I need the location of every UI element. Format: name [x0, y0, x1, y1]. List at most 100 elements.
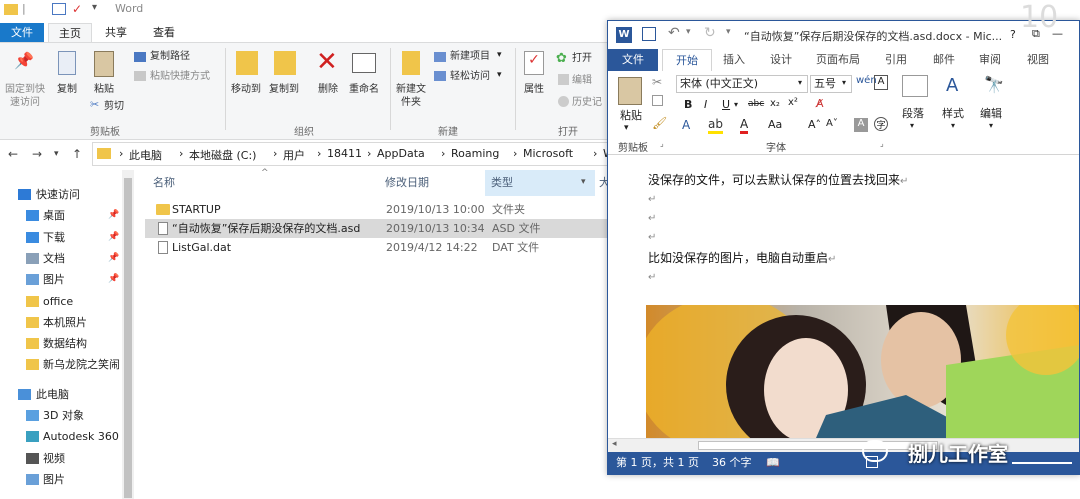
- nav-item[interactable]: 图片 📌: [0, 269, 122, 290]
- word-tab-file[interactable]: 文件: [608, 49, 658, 71]
- nav-item[interactable]: 3D 对象: [0, 405, 122, 426]
- breadcrumb-item[interactable]: Microsoft: [523, 147, 573, 160]
- chevron-down-icon[interactable]: ▾: [951, 121, 955, 130]
- nav-item[interactable]: 视频: [0, 448, 122, 469]
- rename-button[interactable]: 重命名: [346, 83, 382, 96]
- nav-item[interactable]: 文档 📌: [0, 248, 122, 269]
- dialog-launcher-icon[interactable]: ⌟: [660, 139, 664, 148]
- breadcrumb-separator[interactable]: ›: [119, 147, 123, 160]
- help-icon[interactable]: ?: [1010, 28, 1016, 41]
- delete-button[interactable]: 删除: [310, 83, 346, 96]
- up-arrow-icon[interactable]: ↑: [72, 147, 82, 161]
- word-tab-insert[interactable]: 插入: [714, 49, 754, 71]
- tab-share[interactable]: 共享: [96, 23, 136, 42]
- new-folder-button[interactable]: 新建文件夹: [394, 83, 428, 109]
- breadcrumb-item[interactable]: 18411: [327, 147, 362, 160]
- undo-icon[interactable]: ↶: [668, 25, 680, 41]
- nav-item[interactable]: Autodesk 360: [0, 426, 122, 447]
- document-paragraph[interactable]: ↵: [648, 210, 656, 224]
- nav-item[interactable]: office: [0, 291, 122, 312]
- italic-icon[interactable]: I: [704, 98, 707, 111]
- scroll-left-icon[interactable]: ◂: [612, 439, 617, 449]
- file-row[interactable]: STARTUP 2019/10/13 10:00 文件夹: [145, 200, 615, 219]
- document-paragraph[interactable]: 比如没保存的图片，电脑自动重启↵: [648, 249, 836, 266]
- history-button[interactable]: 历史记: [572, 96, 602, 109]
- file-row[interactable]: ListGal.dat 2019/4/12 14:22 DAT 文件: [145, 238, 615, 257]
- word-tab-home[interactable]: 开始: [662, 49, 712, 71]
- word-tab-design[interactable]: 设计: [758, 49, 804, 71]
- highlight-icon[interactable]: ab: [708, 117, 723, 134]
- page-count[interactable]: 第 1 页，共 1 页: [616, 452, 699, 474]
- bold-icon[interactable]: B: [684, 98, 692, 111]
- nav-item[interactable]: 图片: [0, 469, 122, 490]
- dialog-launcher-icon[interactable]: ⌟: [880, 139, 884, 148]
- word-tab-mailings[interactable]: 邮件: [924, 49, 964, 71]
- paste-button[interactable]: 粘贴: [88, 83, 120, 96]
- word-paste-button[interactable]: 粘贴: [620, 107, 642, 123]
- chevron-down-icon[interactable]: ▾: [686, 27, 691, 37]
- breadcrumb-item[interactable]: Roaming: [451, 147, 499, 160]
- nav-item[interactable]: 桌面 📌: [0, 205, 122, 226]
- column-header-type[interactable]: 类型: [485, 170, 595, 196]
- word-document-area[interactable]: 没保存的文件，可以去默认保存的位置去找回来↵ ↵ ↵ ↵ 比如没保存的图片，电脑自动重启…: [608, 155, 1079, 438]
- enclose-char-icon[interactable]: 字: [874, 117, 888, 131]
- tab-home[interactable]: 主页: [48, 23, 92, 42]
- redo-icon[interactable]: ↻: [704, 25, 716, 41]
- breadcrumb-item[interactable]: 此电脑: [129, 147, 162, 163]
- text-effects-icon[interactable]: A: [682, 118, 690, 132]
- open-button[interactable]: 打开: [572, 52, 592, 65]
- save-icon[interactable]: [642, 27, 656, 41]
- chevron-down-icon[interactable]: ▾: [989, 121, 993, 130]
- breadcrumb-separator[interactable]: ›: [513, 147, 517, 160]
- copy-icon[interactable]: [652, 95, 663, 106]
- address-bar[interactable]: › 此电脑 › 本地磁盘 (C:) › 用户 › 18411 › AppData › Roaming ›…: [92, 142, 631, 166]
- checkmark-icon[interactable]: ✓: [72, 2, 82, 16]
- easy-access-button[interactable]: 轻松访问: [450, 70, 490, 83]
- format-painter-icon[interactable]: 🖌: [652, 116, 667, 130]
- styles-button[interactable]: 样式: [942, 105, 964, 121]
- cut-button[interactable]: 剪切: [104, 100, 124, 113]
- paragraph-button[interactable]: 段落: [902, 105, 924, 121]
- chevron-down-icon[interactable]: ▾: [734, 100, 738, 109]
- cut-icon[interactable]: ✂: [652, 75, 662, 89]
- new-item-button[interactable]: 新建项目: [450, 50, 490, 63]
- back-arrow-icon[interactable]: ←: [8, 147, 18, 161]
- chevron-down-icon[interactable]: ▾: [910, 121, 914, 130]
- edit-button[interactable]: 编辑: [572, 74, 592, 87]
- document-paragraph[interactable]: ↵: [648, 191, 656, 205]
- pin-quick-access-button[interactable]: 固定到快速访问: [2, 83, 48, 109]
- column-header-date[interactable]: 修改日期: [385, 170, 429, 196]
- nav-item[interactable]: 本机照片: [0, 312, 122, 333]
- chevron-down-icon[interactable]: ▾: [581, 177, 586, 187]
- scrollbar-thumb[interactable]: [124, 178, 132, 498]
- nav-item[interactable]: 快速访问: [0, 184, 122, 205]
- breadcrumb-separator[interactable]: ›: [179, 147, 183, 160]
- change-case-icon[interactable]: Aa: [768, 118, 782, 131]
- font-color-icon[interactable]: A: [740, 117, 749, 134]
- properties-button[interactable]: 属性: [518, 83, 550, 96]
- font-name-select[interactable]: 宋体 (中文正文): [676, 75, 808, 93]
- nav-scrollbar[interactable]: [122, 170, 134, 499]
- superscript-icon[interactable]: x²: [788, 97, 798, 108]
- proofing-icon[interactable]: 📖: [766, 452, 780, 474]
- paste-shortcut-button[interactable]: 粘贴快捷方式: [150, 70, 210, 83]
- tab-view[interactable]: 查看: [142, 23, 186, 42]
- nav-item[interactable]: 下载 📌: [0, 227, 122, 248]
- chevron-down-icon[interactable]: ▾: [798, 78, 802, 87]
- breadcrumb-separator[interactable]: ›: [593, 147, 597, 160]
- copy-path-button[interactable]: 复制路径: [150, 50, 190, 63]
- grow-font-icon[interactable]: A˄: [808, 118, 821, 131]
- char-shading-icon[interactable]: A: [854, 118, 868, 132]
- chevron-down-icon[interactable]: ▾: [842, 78, 846, 87]
- breadcrumb-separator[interactable]: ›: [441, 147, 445, 160]
- document-paragraph[interactable]: 没保存的文件，可以去默认保存的位置去找回来↵: [648, 171, 908, 188]
- chevron-down-icon[interactable]: ▾: [92, 2, 97, 13]
- nav-item[interactable]: 新乌龙院之笑闹: [0, 354, 122, 375]
- char-border-icon[interactable]: A: [874, 75, 888, 90]
- word-tab-review[interactable]: 审阅: [970, 49, 1010, 71]
- word-count[interactable]: 36 个字: [712, 452, 752, 474]
- strikethrough-icon[interactable]: abc: [748, 99, 764, 109]
- word-tab-view[interactable]: 视图: [1018, 49, 1058, 71]
- underline-icon[interactable]: U: [722, 98, 730, 111]
- properties-icon[interactable]: [52, 3, 66, 15]
